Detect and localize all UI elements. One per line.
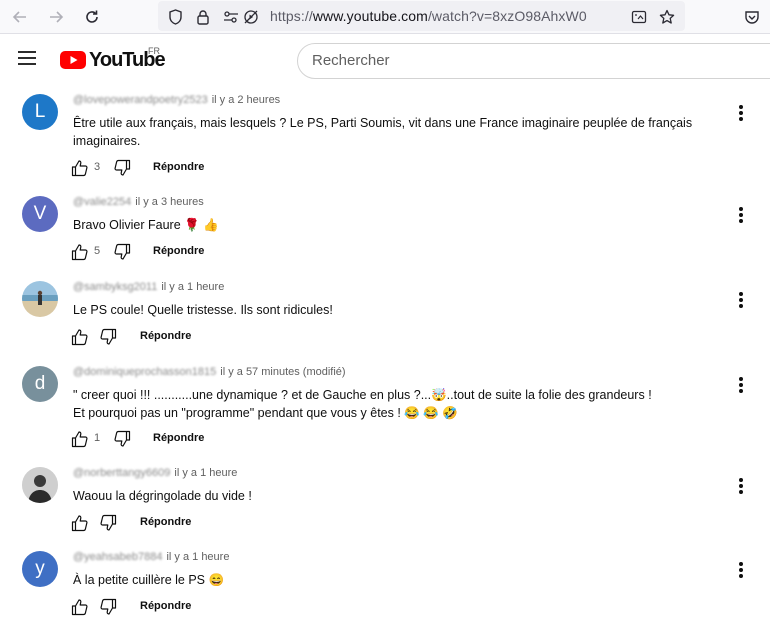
comment-time[interactable]: il y a 3 heures [135, 196, 203, 208]
reply-button[interactable]: Répondre [140, 330, 191, 342]
like-button[interactable] [71, 327, 89, 347]
dislike-button[interactable] [99, 597, 117, 617]
dislike-button[interactable] [113, 242, 131, 262]
author-name[interactable]: @valie2254 [73, 196, 131, 208]
thumbs-down-icon [100, 598, 117, 615]
reply-button[interactable]: Répondre [153, 432, 204, 444]
hamburger-menu-icon[interactable] [18, 51, 40, 71]
comment-text: Waouu la dégringolade du vide ! [73, 489, 252, 503]
url-domain: www.youtube.com [312, 8, 428, 24]
like-button[interactable] [71, 513, 89, 533]
avatar[interactable]: L [22, 94, 58, 130]
dislike-button[interactable] [113, 429, 131, 449]
reply-button[interactable]: Répondre [153, 161, 204, 173]
like-button[interactable] [71, 597, 89, 617]
url-scheme: https:// [270, 8, 313, 24]
person-photo-icon [22, 467, 58, 503]
comment-text: Le PS coule! Quelle tristesse. Ils sont … [73, 303, 333, 317]
dislike-button[interactable] [99, 327, 117, 347]
comment-text: " creer quoi !!! ...........une dynamiqu… [73, 388, 652, 420]
thumbs-down-icon [114, 159, 131, 176]
dislike-button[interactable] [99, 513, 117, 533]
comment-time[interactable]: il y a 57 minutes (modifié) [220, 366, 345, 378]
youtube-play-logo-icon [60, 51, 86, 69]
reader-view-icon[interactable] [630, 8, 648, 26]
avatar-letter: V [33, 203, 47, 224]
avatar-letter: L [34, 101, 46, 122]
thumbs-down-icon [114, 243, 131, 260]
beach-photo-icon [22, 281, 58, 317]
forward-arrow-icon[interactable] [44, 5, 68, 29]
autoplay-blocked-icon[interactable] [242, 8, 260, 26]
more-options-icon[interactable] [736, 376, 746, 394]
url-text: https://www.youtube.com/watch?v=8xzO98Ah… [270, 8, 587, 24]
author-name[interactable]: @norberttangy6609 [73, 467, 170, 479]
comment-meta: @valie2254 il y a 3 heures [73, 196, 204, 208]
comment-text: Bravo Olivier Faure 🌹 👍 [73, 218, 219, 232]
comment-time[interactable]: il y a 1 heure [174, 467, 237, 479]
avatar[interactable]: d [22, 366, 58, 402]
pocket-icon[interactable] [740, 5, 764, 29]
permissions-icon[interactable] [222, 8, 240, 26]
more-options-icon[interactable] [736, 104, 746, 122]
thumbs-down-icon [100, 514, 117, 531]
reply-button[interactable]: Répondre [140, 516, 191, 528]
like-count: 1 [94, 432, 101, 444]
search-box[interactable] [297, 43, 770, 79]
more-options-icon[interactable] [736, 561, 746, 579]
author-name[interactable]: @lovepowerandpoetry2523 [73, 94, 208, 106]
address-bar[interactable]: https://www.youtube.com/watch?v=8xzO98Ah… [158, 1, 685, 31]
thumbs-up-icon [71, 160, 88, 177]
like-button[interactable]: 1 [71, 429, 100, 449]
avatar-photo[interactable] [22, 467, 58, 503]
back-arrow-icon[interactable] [8, 5, 32, 29]
thumbs-up-icon [71, 515, 88, 532]
youtube-header: YouTube FR [0, 34, 770, 88]
author-name[interactable]: @dominiqueprochasson1815 [73, 366, 216, 378]
shield-icon[interactable] [166, 8, 184, 26]
comment-time[interactable]: il y a 1 heure [161, 281, 224, 293]
more-options-icon[interactable] [736, 206, 746, 224]
like-count: 3 [94, 161, 101, 173]
thumbs-up-icon [71, 329, 88, 346]
author-name[interactable]: @yeahsabeb7884 [73, 551, 162, 563]
comment-meta: @yeahsabeb7884 il y a 1 heure [73, 551, 229, 563]
lock-icon[interactable] [194, 8, 212, 26]
thumbs-up-icon [71, 244, 88, 261]
comment-time[interactable]: il y a 1 heure [166, 551, 229, 563]
comment-meta: @norberttangy6609 il y a 1 heure [73, 467, 237, 479]
avatar-letter: y [35, 558, 45, 579]
avatar[interactable]: y [22, 551, 58, 587]
bookmark-star-icon[interactable] [658, 8, 676, 26]
reload-icon[interactable] [80, 5, 104, 29]
thumbs-up-icon [71, 431, 88, 448]
reply-button[interactable]: Répondre [153, 245, 204, 257]
browser-toolbar: https://www.youtube.com/watch?v=8xzO98Ah… [0, 0, 770, 34]
like-button[interactable]: 5 [71, 242, 100, 262]
more-options-icon[interactable] [736, 291, 746, 309]
comment-text: À la petite cuillère le PS 😄 [73, 573, 225, 587]
comment-time[interactable]: il y a 2 heures [212, 94, 280, 106]
search-input[interactable] [312, 52, 712, 69]
reply-button[interactable]: Répondre [140, 600, 191, 612]
comment-text: Être utile aux français, mais lesquels ?… [73, 116, 693, 148]
like-button[interactable]: 3 [71, 158, 100, 178]
comment-meta: @sambyksg2011 il y a 1 heure [73, 281, 224, 293]
more-options-icon[interactable] [736, 477, 746, 495]
avatar-photo[interactable] [22, 281, 58, 317]
thumbs-down-icon [100, 328, 117, 345]
logo-country-code: FR [148, 46, 160, 56]
url-path: /watch?v=8xzO98AhxW0 [427, 8, 587, 24]
avatar-letter: d [34, 373, 46, 394]
comment-meta: @lovepowerandpoetry2523 il y a 2 heures [73, 94, 280, 106]
avatar[interactable]: V [22, 196, 58, 232]
like-count: 5 [94, 245, 101, 257]
dislike-button[interactable] [113, 158, 131, 178]
comment-meta: @dominiqueprochasson1815 il y a 57 minute… [73, 366, 346, 378]
thumbs-up-icon [71, 599, 88, 616]
thumbs-down-icon [114, 430, 131, 447]
author-name[interactable]: @sambyksg2011 [73, 281, 157, 293]
